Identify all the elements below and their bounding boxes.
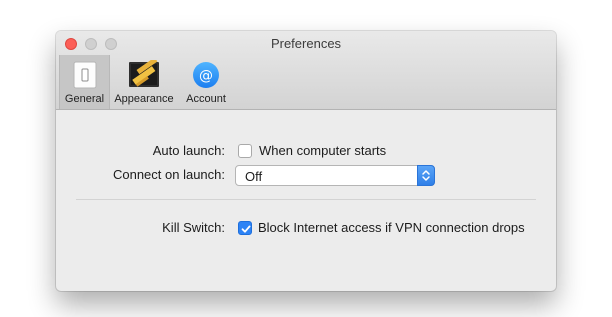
- kill-switch-label: Kill Switch:: [162, 220, 225, 235]
- preferences-window: Preferences General Appearance @ Account…: [56, 31, 556, 291]
- tab-general[interactable]: General: [59, 55, 110, 109]
- auto-launch-checkbox-label[interactable]: When computer starts: [259, 143, 386, 158]
- checkmark-icon: [241, 225, 251, 233]
- screen: Preferences General Appearance @ Account…: [0, 0, 612, 317]
- titlebar: Preferences General Appearance @ Account: [56, 31, 556, 110]
- auto-launch-label: Auto launch:: [152, 143, 225, 158]
- appearance-icon: [129, 57, 159, 90]
- connect-on-launch-value: Off: [245, 169, 263, 184]
- svg-text:@: @: [199, 68, 213, 84]
- window-title: Preferences: [270, 36, 342, 51]
- select-stepper-icon: [417, 165, 435, 186]
- connect-on-launch-select[interactable]: Off: [235, 165, 435, 186]
- kill-switch-checkbox-label[interactable]: Block Internet access if VPN connection …: [258, 220, 525, 235]
- kill-switch-checkbox[interactable]: [238, 221, 252, 235]
- section-divider: [76, 199, 536, 200]
- tab-account[interactable]: @ Account: [179, 55, 233, 109]
- tab-general-label: General: [64, 93, 105, 105]
- tab-appearance-label: Appearance: [114, 93, 174, 105]
- settings-panel: Auto launch: When computer starts Connec…: [56, 110, 556, 291]
- account-at-icon: @: [191, 60, 221, 90]
- auto-launch-checkbox[interactable]: [238, 144, 252, 158]
- connect-on-launch-label: Connect on launch:: [112, 167, 225, 182]
- tab-appearance[interactable]: Appearance: [111, 55, 177, 109]
- general-switch-icon: [70, 60, 100, 90]
- tab-account-label: Account: [186, 93, 226, 105]
